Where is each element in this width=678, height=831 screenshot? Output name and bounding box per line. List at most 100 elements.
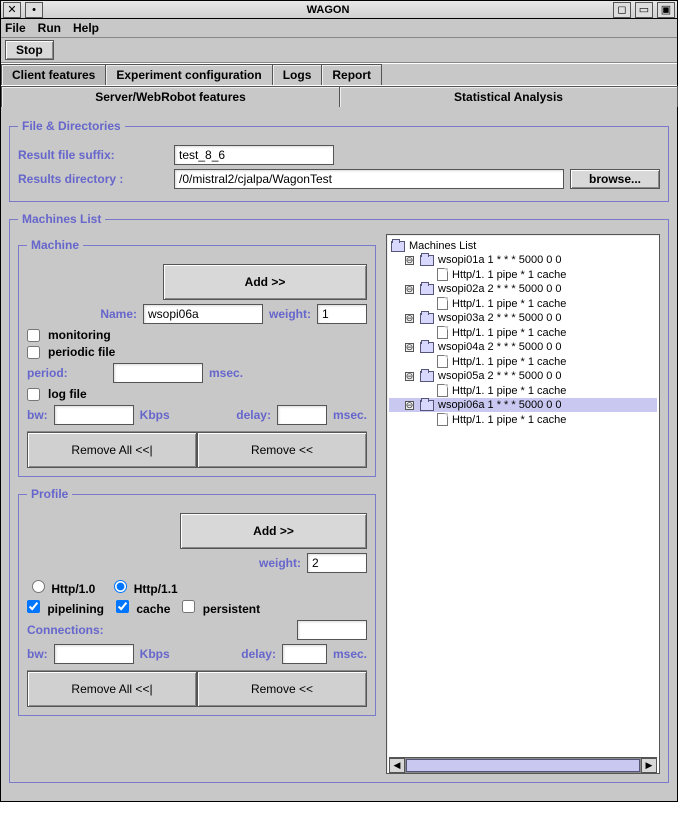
periodic-file-checkbox[interactable] [27, 346, 40, 359]
tree-machine-label: wsopi06a 1 * * * 5000 0 0 [438, 399, 562, 411]
persistent-checkbox[interactable] [182, 600, 195, 613]
page-icon [437, 297, 448, 310]
machine-remove-button[interactable]: Remove << [197, 432, 367, 468]
result-suffix-input[interactable] [174, 145, 334, 165]
tree-profile-label: Http/1. 1 pipe * 1 cache [452, 269, 566, 281]
folder-icon [420, 342, 434, 353]
maximize-icon[interactable]: ▣ [657, 2, 675, 18]
close-icon[interactable]: ✕ [3, 2, 21, 18]
machine-name-label: Name: [27, 307, 137, 321]
window-title: WAGON [45, 4, 611, 16]
tree-machine-node[interactable]: ⊖wsopi04a 2 * * * 5000 0 0 [389, 340, 657, 354]
tree-root[interactable]: Machines List [389, 239, 657, 253]
tree-toggle-icon[interactable]: ⊖ [405, 314, 414, 323]
tree-toggle-icon[interactable]: ⊖ [405, 401, 414, 410]
machines-list-legend: Machines List [18, 212, 105, 226]
profile-add-button[interactable]: Add >> [180, 513, 367, 549]
tree-profile-label: Http/1. 1 pipe * 1 cache [452, 414, 566, 426]
tab-report[interactable]: Report [321, 64, 382, 85]
profile-delay-label: delay: [241, 647, 276, 661]
browse-button[interactable]: browse... [570, 169, 660, 189]
tree-machine-node[interactable]: ⊖wsopi02a 2 * * * 5000 0 0 [389, 282, 657, 296]
menu-file[interactable]: File [5, 21, 26, 35]
http11-radio[interactable] [114, 580, 127, 593]
machine-legend: Machine [27, 238, 83, 252]
menu-run[interactable]: Run [38, 21, 61, 35]
tree-machine-node[interactable]: ⊖wsopi05a 2 * * * 5000 0 0 [389, 369, 657, 383]
app-window: ✕ • WAGON ◻ ▭ ▣ File Run Help Stop Clien… [0, 0, 678, 802]
tree-machine-node[interactable]: ⊖ wsopi01a 1 * * * 5000 0 0 [389, 253, 657, 267]
http10-label: Http/1.0 [51, 582, 95, 596]
minimize-icon[interactable]: • [25, 2, 43, 18]
tree-profile-node[interactable]: Http/1. 1 pipe * 1 cache [389, 383, 657, 398]
tab-statistical-analysis[interactable]: Statistical Analysis [339, 86, 678, 107]
tree-profile-node[interactable]: Http/1. 1 pipe * 1 cache [389, 267, 657, 282]
menu-help[interactable]: Help [73, 21, 99, 35]
machine-weight-input[interactable] [317, 304, 367, 324]
cache-label: cache [136, 602, 170, 616]
stop-button[interactable]: Stop [5, 40, 54, 60]
http11-label: Http/1.1 [134, 582, 178, 596]
tree-profile-node[interactable]: Http/1. 1 pipe * 1 cache [389, 412, 657, 427]
content-area: File & Directories Result file suffix: R… [1, 107, 677, 801]
profile-bw-input[interactable] [54, 644, 134, 664]
page-icon [437, 413, 448, 426]
machine-bw-unit: Kbps [140, 408, 170, 422]
tab-logs[interactable]: Logs [272, 64, 323, 85]
scroll-right-icon[interactable]: ▶ [641, 758, 657, 773]
menu-bar: File Run Help [1, 19, 677, 38]
connections-input[interactable] [297, 620, 367, 640]
period-input[interactable] [113, 363, 203, 383]
shade-icon[interactable]: ▭ [635, 2, 653, 18]
tree-toggle-icon[interactable]: ⊖ [405, 256, 414, 265]
tree-toggle-icon[interactable]: ⊖ [405, 343, 414, 352]
cache-checkbox[interactable] [116, 600, 129, 613]
pipelining-checkbox[interactable] [27, 600, 40, 613]
period-unit: msec. [209, 366, 243, 380]
machine-delay-input[interactable] [277, 405, 327, 425]
scroll-thumb[interactable] [406, 759, 640, 772]
connections-label: Connections: [27, 623, 104, 637]
scroll-left-icon[interactable]: ◀ [389, 758, 405, 773]
page-icon [437, 384, 448, 397]
tree-profile-label: Http/1. 1 pipe * 1 cache [452, 385, 566, 397]
tree-toggle-icon[interactable]: ⊖ [405, 372, 414, 381]
tab-server-webrobot[interactable]: Server/WebRobot features [1, 86, 340, 107]
profile-delay-input[interactable] [282, 644, 327, 664]
tree-profile-label: Http/1. 1 pipe * 1 cache [452, 356, 566, 368]
periodic-file-label: periodic file [48, 345, 115, 359]
tree-toggle-icon[interactable]: ⊖ [405, 285, 414, 294]
title-bar: ✕ • WAGON ◻ ▭ ▣ [1, 1, 677, 19]
tree-profile-node[interactable]: Http/1. 1 pipe * 1 cache [389, 354, 657, 369]
tree-profile-label: Http/1. 1 pipe * 1 cache [452, 298, 566, 310]
tree-machine-node[interactable]: ⊖wsopi03a 2 * * * 5000 0 0 [389, 311, 657, 325]
profile-remove-button[interactable]: Remove << [197, 671, 367, 707]
folder-icon [420, 313, 434, 324]
file-directories-group: File & Directories Result file suffix: R… [9, 119, 669, 202]
http10-radio[interactable] [32, 580, 45, 593]
folder-icon [420, 400, 434, 411]
tab-client-features[interactable]: Client features [1, 64, 106, 85]
log-file-checkbox[interactable] [27, 388, 40, 401]
tree-profile-node[interactable]: Http/1. 1 pipe * 1 cache [389, 325, 657, 340]
tree-h-scrollbar[interactable]: ◀ ▶ [389, 757, 657, 773]
profile-remove-all-button[interactable]: Remove All <<| [27, 671, 197, 707]
machine-delay-unit: msec. [333, 408, 367, 422]
results-dir-input[interactable] [174, 169, 564, 189]
tree-root-label: Machines List [409, 240, 476, 252]
machines-tree[interactable]: Machines List ⊖ wsopi01a 1 * * * 5000 0 0 H… [389, 239, 657, 757]
machine-remove-all-button[interactable]: Remove All <<| [27, 432, 197, 468]
restore-icon[interactable]: ◻ [613, 2, 631, 18]
machine-bw-input[interactable] [54, 405, 134, 425]
monitoring-checkbox[interactable] [27, 329, 40, 342]
tree-profile-node[interactable]: Http/1. 1 pipe * 1 cache [389, 296, 657, 311]
profile-weight-input[interactable] [307, 553, 367, 573]
tree-machine-node[interactable]: ⊖ wsopi06a 1 * * * 5000 0 0 [389, 398, 657, 412]
tab-experiment-config[interactable]: Experiment configuration [105, 64, 272, 85]
machine-name-input[interactable] [143, 304, 263, 324]
machine-add-button[interactable]: Add >> [163, 264, 367, 300]
machines-list-group: Machines List Machine Add >> Name: weigh… [9, 212, 669, 783]
page-icon [437, 326, 448, 339]
tree-machine-label: wsopi01a 1 * * * 5000 0 0 [438, 254, 562, 266]
pipelining-label: pipelining [47, 602, 104, 616]
